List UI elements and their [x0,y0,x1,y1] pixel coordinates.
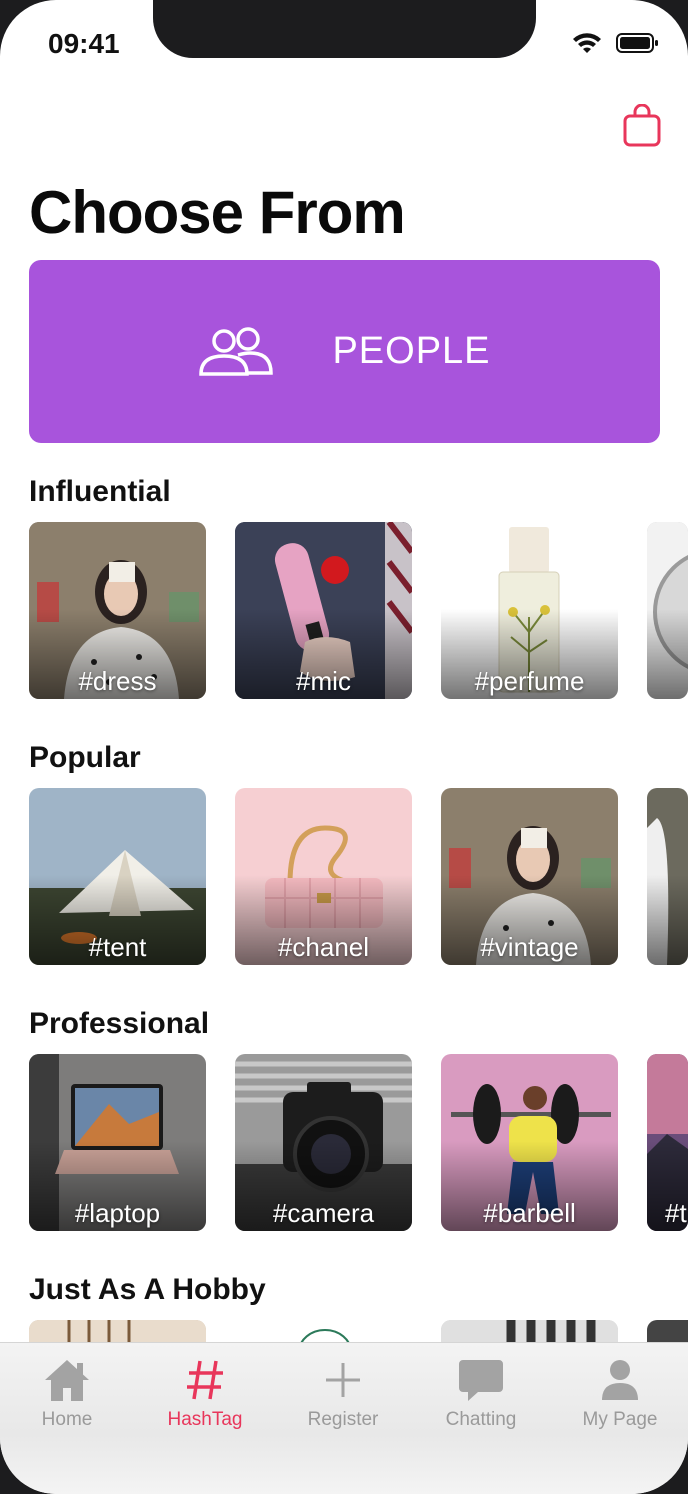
tag-label: #vintage [480,932,579,962]
page-title: Choose From [29,179,406,246]
tab-label: Home [41,1409,93,1430]
status-icons [572,32,660,54]
tag-tile-partial[interactable]: #t [647,1054,688,1231]
tab-my-page[interactable]: My Page [560,1355,680,1431]
people-icon [199,326,274,376]
section-title-professional: Professional [29,1007,210,1040]
tag-tile-perfume[interactable]: #perfume [441,522,618,699]
tag-tile-laptop[interactable]: #laptop [29,1054,206,1231]
tag-tile-camera[interactable]: #camera [235,1054,412,1231]
tab-chatting[interactable]: Chatting [421,1355,541,1431]
tag-tile-chanel[interactable]: #chanel [235,788,412,965]
tag-label: #chanel [277,932,370,962]
section-title-popular: Popular [29,741,141,774]
tag-tile-vintage[interactable]: #vintage [441,788,618,965]
tag-label: #mic [296,666,351,696]
tag-label: #camera [272,1198,375,1228]
tag-label: #barbell [483,1198,576,1228]
tab-label: Register [307,1409,379,1430]
section-title-hobby: Just As A Hobby [29,1273,266,1306]
tag-label: #t [665,1198,687,1228]
tab-hashtag[interactable]: HashTag [145,1355,265,1431]
section-title-influential: Influential [29,475,171,508]
tab-label: Chatting [445,1409,517,1430]
tag-label: #tent [88,932,147,962]
plus-icon [326,1363,360,1397]
tab-label: HashTag [167,1409,243,1430]
tag-tile-barbell[interactable]: #barbell [441,1054,618,1231]
tag-tile-mic[interactable]: #mic [235,522,412,699]
shopping-bag-icon[interactable] [622,104,662,148]
tag-label: #perfume [474,666,585,696]
hashtag-icon [187,1360,223,1400]
person-icon [602,1360,638,1400]
home-icon [45,1360,89,1401]
tag-tile-tent[interactable]: #tent [29,788,206,965]
battery-icon [616,33,658,53]
chat-icon [459,1360,503,1401]
people-button[interactable]: PEOPLE [29,260,660,443]
tag-tile-partial[interactable] [647,788,688,965]
people-label: PEOPLE [332,330,491,372]
tab-bar: Home HashTag Register Chatting My Page [0,1342,688,1494]
status-time: 09:41 [48,28,120,59]
notch [153,0,536,58]
tag-label: #dress [78,666,157,696]
tab-register[interactable]: Register [283,1355,403,1431]
wifi-icon [573,33,601,53]
tag-tile-dress[interactable]: #dress [29,522,206,699]
tab-label: My Page [582,1409,658,1430]
tag-label: #laptop [74,1198,161,1228]
tag-tile-partial[interactable] [647,522,688,699]
phone-screen: 09:41 Choose From PEOPLE Influential #dr… [0,0,688,1494]
tab-home[interactable]: Home [7,1355,127,1431]
